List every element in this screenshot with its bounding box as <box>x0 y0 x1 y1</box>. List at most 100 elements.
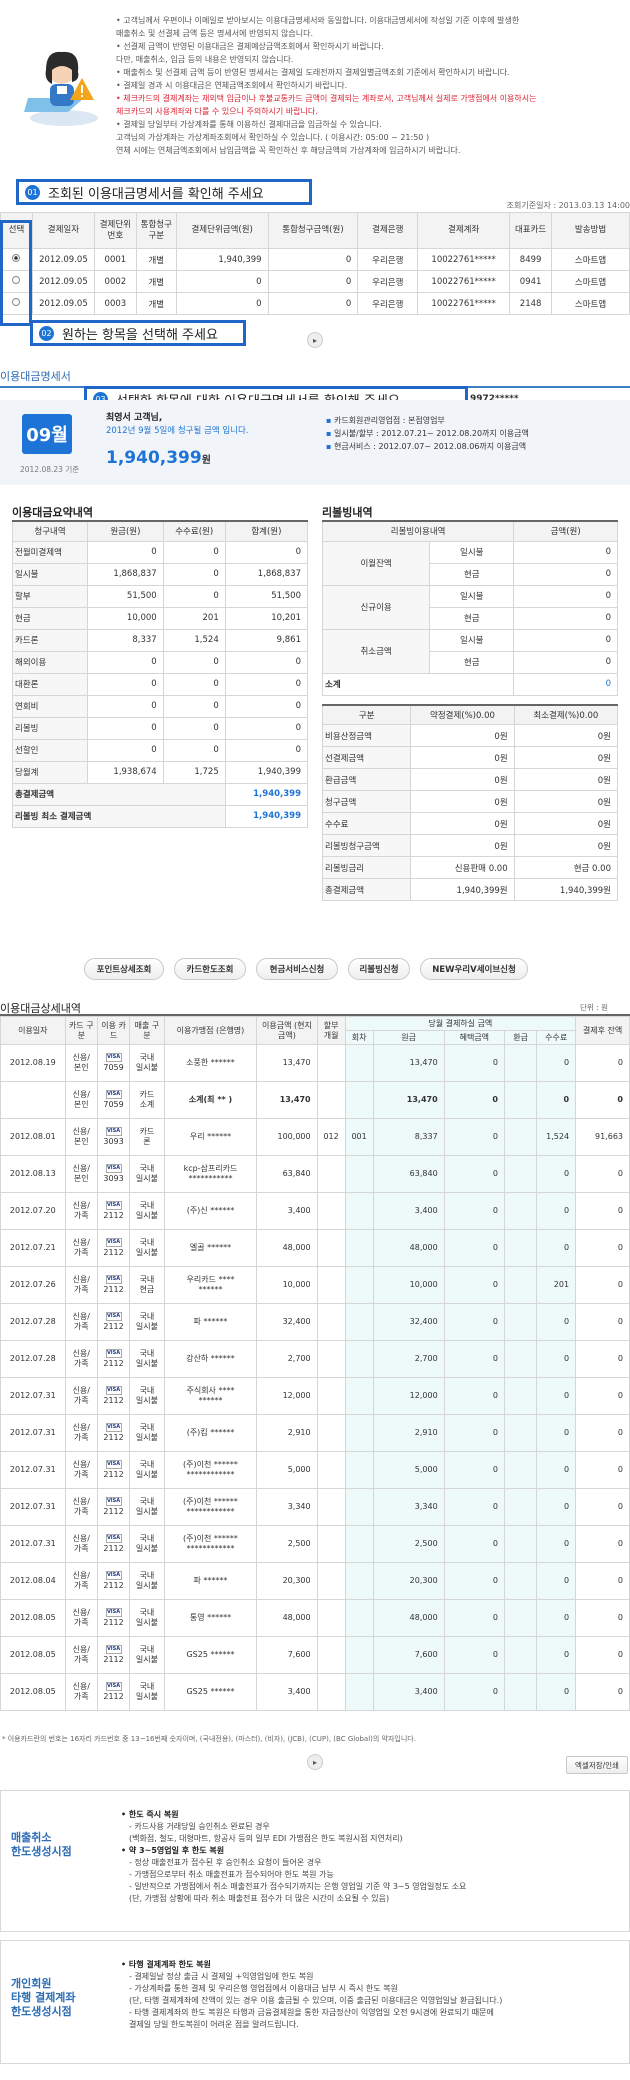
action-buttons: 포인트상세조회 카드한도조회 현금서비스신청 리볼빙신청 NEW우리V세이브신청 <box>84 958 544 980</box>
query-cell: 2012.09.05 <box>31 292 95 315</box>
detail-cell <box>316 1525 346 1563</box>
detail-cell: 0 <box>536 1303 577 1341</box>
detail-cell: 001 <box>344 1118 374 1156</box>
notice-line: • 선결제 금액이 반영된 이용대금은 결제예상금액조회에서 확인하시기 바랍니… <box>116 42 384 51</box>
summary-cell: 0 <box>224 716 309 740</box>
col-benefit: 혜택금액 <box>443 1030 505 1045</box>
cancel-limit-list: • 한도 즉시 복원 - 카드사용 거래당일 승인취소 완료된 경우 (백화점, 철… <box>121 1809 466 1905</box>
revolving-sub: 일시불 <box>429 628 515 652</box>
revolving-calc-cell: 0원 <box>513 834 619 857</box>
statement-title-bar: 이용대금명세서 <box>0 368 630 388</box>
card-limit-button[interactable]: 카드한도조회 <box>174 958 246 980</box>
detail-cell: 32,400 <box>256 1303 318 1341</box>
detail-cell: 주식회사 **** ****** <box>163 1377 258 1415</box>
query-row[interactable]: 2012.09.05 0001 개별 1,940,399 0 우리은행 10022761**… <box>0 248 630 271</box>
detail-cell: 0 <box>443 1155 505 1193</box>
revolving-calc-cell: 0원 <box>513 746 619 769</box>
summary-total-row: 총결제금액 1,940,399 <box>12 782 309 806</box>
detail-cell: 2012.07.26 <box>0 1266 66 1304</box>
col-card-no: 이용 카드 <box>96 1016 131 1045</box>
query-cell: 2012.09.05 <box>31 270 95 293</box>
detail-cell: 2012.08.05 <box>0 1636 66 1674</box>
revolving-calc-header: 구분 <box>321 704 412 725</box>
summary-row: 현금 10,000 201 10,201 <box>11 606 309 630</box>
next-page-button-2[interactable]: ▸ <box>307 1754 323 1770</box>
revolving-sub: 일시불 <box>429 540 515 564</box>
detail-row: 2012.07.31 신용/ 가족 VISA 2112 국내 일시불 (주)킴 *****… <box>0 1414 630 1452</box>
detail-cell: 0 <box>575 1266 630 1304</box>
detail-table: 이용일자 카드 구분 이용 카드 매출 구분 이용가맹점 (은행명) 이용금액 … <box>0 1016 630 1711</box>
query-cell: 0941 <box>509 270 553 293</box>
detail-cell <box>503 1488 538 1526</box>
revolving-calc-cell: 수수료 <box>321 812 412 835</box>
detail-cell <box>503 1044 538 1082</box>
detail-cell: 0 <box>575 1192 630 1230</box>
detail-cell: (주)신 ****** <box>163 1192 258 1230</box>
detail-cell: (주)이천 ****** ************ <box>163 1525 258 1563</box>
next-page-button[interactable]: ▸ <box>307 332 323 348</box>
revolving-subtotal-label: 소계 <box>321 672 515 696</box>
bullet-text: 카드회원관리영업점 : 본점영업부 <box>333 416 445 425</box>
detail-cell <box>316 1340 346 1378</box>
detail-cell: 2,500 <box>256 1525 318 1563</box>
detail-cell: 2012.07.28 <box>0 1303 66 1341</box>
detail-cell <box>344 1451 374 1489</box>
callout-text: 조회된 이용대금명세서를 확인해 주세요 <box>48 186 264 202</box>
point-detail-button[interactable]: 포인트상세조회 <box>84 958 164 980</box>
detail-cell <box>344 1599 374 1637</box>
notice-line: • 매출취소 및 선결제 금액 등이 반영된 명세서는 결제일 도래전까지 결제… <box>116 68 510 77</box>
cash-service-button[interactable]: 현금서비스신청 <box>256 958 338 980</box>
detail-cell: 20,300 <box>256 1562 318 1600</box>
query-cell: 스마트앱 <box>551 248 630 271</box>
detail-cell <box>503 1525 538 1563</box>
detail-cell: 국내 일시불 <box>129 1192 165 1230</box>
detail-row: 2012.07.21 신용/ 가족 VISA 2112 국내 일시불 엘골 ****** 4… <box>0 1229 630 1267</box>
summary-total-value: 1,940,399 <box>224 782 309 806</box>
revolving-amount: 0 <box>513 562 618 586</box>
summary-row: 리볼빙 0 0 0 <box>11 716 309 740</box>
detail-cell: 0 <box>443 1599 505 1637</box>
revolving-amount: 0 <box>513 540 618 564</box>
detail-cell: 3,340 <box>372 1488 445 1526</box>
query-cell: 1,940,399 <box>175 248 269 271</box>
query-row[interactable]: 2012.09.05 0003 개별 0 0 우리은행 10022761***** 2148 스… <box>0 292 630 315</box>
col-card-type: 카드 구분 <box>64 1016 98 1045</box>
query-row[interactable]: 2012.09.05 0002 개별 0 0 우리은행 10022761***** 0941 스… <box>0 270 630 293</box>
new-v-save-button[interactable]: NEW우리V세이브신청 <box>420 958 528 980</box>
detail-cell <box>316 1488 346 1526</box>
detail-cell: 0 <box>536 1340 577 1378</box>
query-cell: 0 <box>267 248 359 271</box>
detail-row: 2012.07.31 신용/ 가족 VISA 2112 국내 일시불 (주)이천 ****… <box>0 1488 630 1526</box>
summary-cell: 0 <box>224 738 309 762</box>
box1-item: - 가맹점으로부터 취소 매출전표가 접수되어야 한도 복원 가능 <box>129 1870 334 1879</box>
detail-cell <box>503 1081 538 1119</box>
visa-card-icon: VISA <box>105 1571 122 1580</box>
col-sale-type: 매출 구분 <box>129 1016 165 1045</box>
visa-card-icon: VISA <box>105 1349 122 1358</box>
summary-cell: 0 <box>162 672 226 696</box>
detail-row: 2012.07.28 신용/ 가족 VISA 2112 국내 일시불 강산하 ******… <box>0 1340 630 1378</box>
detail-cell: 0 <box>575 1340 630 1378</box>
revolving-col-header: 리볼빙이용내역 <box>321 520 515 542</box>
revolving-apply-button[interactable]: 리볼빙신청 <box>348 958 410 980</box>
detail-cell: 0 <box>575 1044 630 1082</box>
detail-cell <box>503 1118 538 1156</box>
detail-cell: 012 <box>316 1118 346 1156</box>
detail-cell: 국내 일시불 <box>129 1377 165 1415</box>
col-round: 회차 <box>344 1030 374 1045</box>
query-cell: 10022761***** <box>417 270 511 293</box>
detail-cell: 2,700 <box>372 1340 445 1378</box>
revolving-calc-row: 환급금액 0원 0원 <box>321 768 619 791</box>
summary-cell: 대환론 <box>11 672 89 696</box>
detail-cell: 신용/ 가족 <box>64 1562 98 1600</box>
detail-cell: 7,600 <box>372 1636 445 1674</box>
card-no: 2112 <box>103 1618 124 1627</box>
detail-cell <box>316 1044 346 1082</box>
detail-cell: 0 <box>443 1414 505 1452</box>
detail-cell <box>503 1599 538 1637</box>
excel-save-print-button[interactable]: 엑셀저장/인쇄 <box>566 1756 628 1774</box>
detail-cell: 국내 일시불 <box>129 1155 165 1193</box>
summary-cell: 0 <box>87 694 164 718</box>
detail-cell: 0 <box>575 1599 630 1637</box>
detail-cell: 0 <box>536 1525 577 1563</box>
